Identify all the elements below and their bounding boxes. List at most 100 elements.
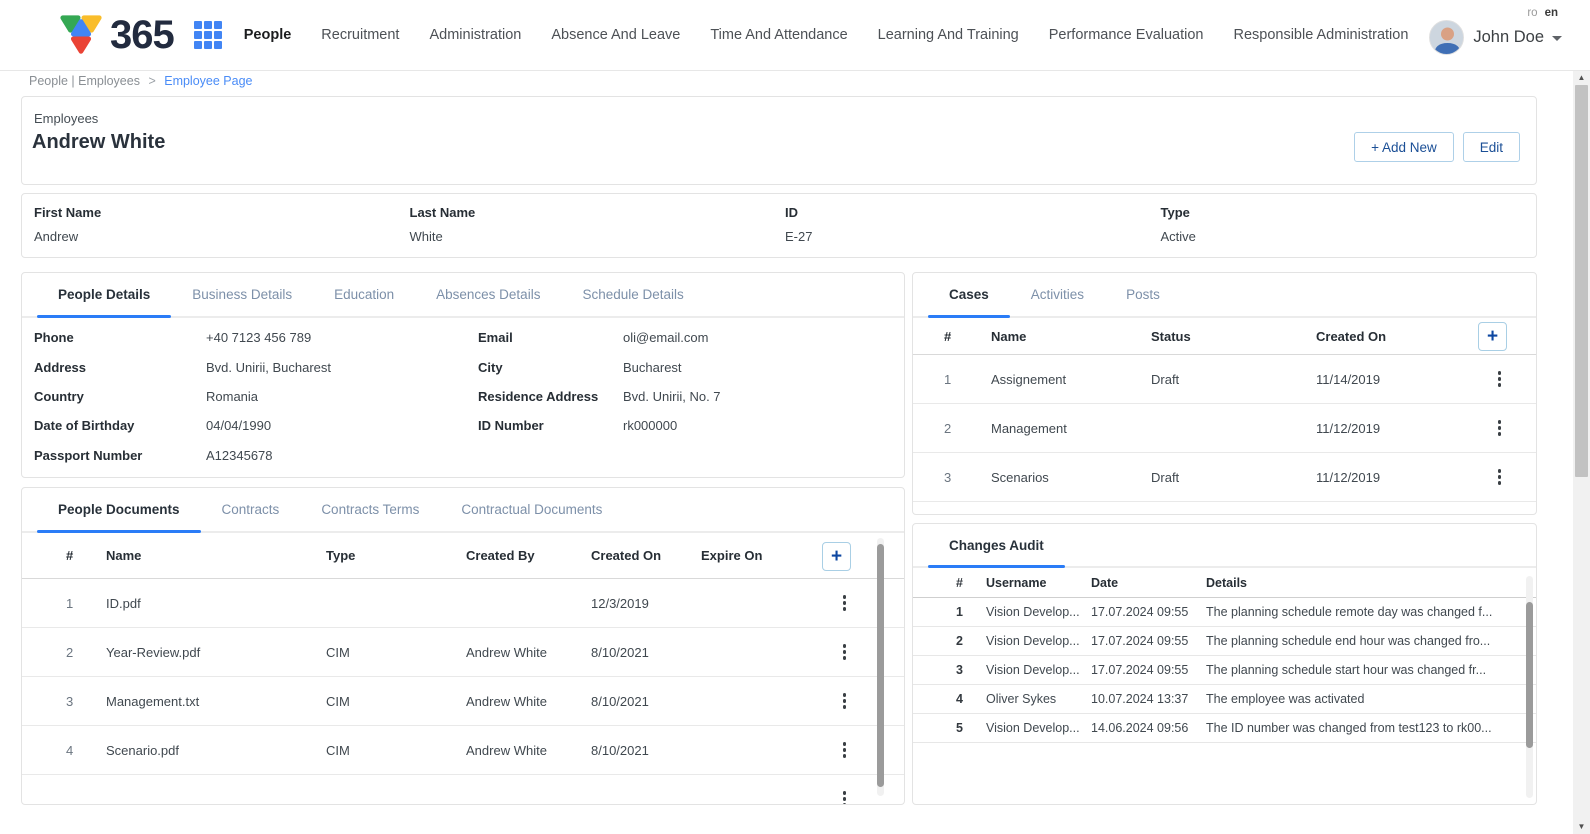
audit-scrollbar[interactable]: [1526, 576, 1533, 798]
cell-type: CIM: [326, 694, 466, 709]
cell-username: Oliver Sykes: [986, 692, 1091, 706]
tab-contracts[interactable]: Contracts: [201, 488, 301, 531]
field-label-address: Address: [34, 360, 206, 375]
scroll-down-icon[interactable]: ▼: [1573, 820, 1590, 834]
col-created-on: Created On: [591, 548, 701, 563]
field-label-city: City: [478, 360, 623, 375]
cell-number: 5: [956, 721, 986, 735]
field-label-residence-address: Residence Address: [478, 389, 623, 404]
user-menu[interactable]: John Doe: [1429, 20, 1562, 55]
logo-text: 365: [110, 13, 174, 58]
tab-contractual-documents[interactable]: Contractual Documents: [440, 488, 623, 531]
app-logo[interactable]: 365: [58, 12, 174, 58]
document-row[interactable]: 4 Scenario.pdf CIM Andrew White 8/10/202…: [22, 726, 904, 775]
nav-item-absence-and-leave[interactable]: Absence And Leave: [551, 27, 680, 43]
tab-posts[interactable]: Posts: [1105, 273, 1181, 316]
tab-changes-audit[interactable]: Changes Audit: [928, 524, 1065, 566]
cell-created-on: 8/10/2021: [591, 694, 701, 709]
nav-item-performance-evaluation[interactable]: Performance Evaluation: [1049, 27, 1204, 43]
add-case-button[interactable]: +: [1478, 322, 1507, 351]
field-label: First Name: [34, 205, 410, 220]
field-value-id-number: rk000000: [623, 418, 677, 433]
employee-summary-card: First Name Andrew Last Name White ID E-2…: [21, 193, 1537, 258]
tab-absences-details[interactable]: Absences Details: [415, 273, 561, 316]
tab-business-details[interactable]: Business Details: [171, 273, 313, 316]
field-label-passport-number: Passport Number: [34, 448, 206, 463]
nav-item-people[interactable]: People: [244, 27, 292, 43]
cell-type: CIM: [326, 645, 466, 660]
row-actions-menu-icon[interactable]: [839, 738, 851, 762]
cell-name: Scenario.pdf: [106, 743, 326, 758]
field-label: Last Name: [410, 205, 786, 220]
tab-cases[interactable]: Cases: [928, 273, 1010, 316]
cell-created-by: Andrew White: [466, 743, 591, 758]
nav-item-learning-and-training[interactable]: Learning And Training: [878, 27, 1019, 43]
breadcrumb-separator-icon: >: [148, 74, 155, 88]
breadcrumb-path[interactable]: People | Employees: [29, 74, 140, 88]
field-value-date-of-birthday: 04/04/1990: [206, 418, 271, 433]
row-actions-menu-icon[interactable]: [1494, 416, 1506, 440]
cell-number: 3: [956, 663, 986, 677]
page-scrollbar[interactable]: ▲ ▼: [1573, 71, 1590, 834]
audit-table-header: # Username Date Details: [913, 568, 1536, 598]
page-scrollbar-thumb[interactable]: [1575, 85, 1588, 477]
field-value: Andrew: [34, 229, 410, 244]
main-nav: People Recruitment Administration Absenc…: [244, 27, 1409, 43]
header-buttons: + Add New Edit: [1354, 132, 1520, 162]
field-value-address: Bvd. Unirii, Bucharest: [206, 360, 331, 375]
cell-date: 17.07.2024 09:55: [1091, 663, 1206, 677]
language-ro[interactable]: ro: [1527, 7, 1537, 19]
document-row-partial[interactable]: [22, 775, 904, 805]
case-row[interactable]: 1 Assignement Draft 11/14/2019: [913, 355, 1536, 404]
row-actions-menu-icon[interactable]: [839, 689, 851, 713]
cell-number: 3: [944, 470, 991, 485]
nav-item-administration[interactable]: Administration: [429, 27, 521, 43]
field-value-phone: +40 7123 456 789: [206, 330, 311, 345]
document-row[interactable]: 3 Management.txt CIM Andrew White 8/10/2…: [22, 677, 904, 726]
document-row[interactable]: 1 ID.pdf 12/3/2019: [22, 579, 904, 628]
breadcrumb-current[interactable]: Employee Page: [164, 74, 252, 88]
tab-activities[interactable]: Activities: [1010, 273, 1105, 316]
nav-item-recruitment[interactable]: Recruitment: [321, 27, 399, 43]
document-row[interactable]: 2 Year-Review.pdf CIM Andrew White 8/10/…: [22, 628, 904, 677]
logo-triangles-icon: [58, 12, 104, 58]
col-name: Name: [106, 548, 326, 563]
audit-row: 5 Vision Develop... 14.06.2024 09:56 The…: [913, 714, 1536, 743]
tab-people-documents[interactable]: People Documents: [37, 488, 201, 531]
nav-item-responsible-administration[interactable]: Responsible Administration: [1233, 27, 1408, 43]
row-actions-menu-icon[interactable]: [839, 640, 851, 664]
add-new-button[interactable]: + Add New: [1354, 132, 1454, 162]
cell-created-by: Andrew White: [466, 694, 591, 709]
cell-details: The employee was activated: [1206, 692, 1526, 706]
cell-date: 14.06.2024 09:56: [1091, 721, 1206, 735]
apps-grid-icon[interactable]: [194, 21, 222, 49]
cell-created-on: 11/12/2019: [1316, 470, 1461, 485]
cell-type: CIM: [326, 743, 466, 758]
nav-item-time-and-attendance[interactable]: Time And Attendance: [710, 27, 847, 43]
field-value-city: Bucharest: [623, 360, 682, 375]
tab-people-details[interactable]: People Details: [37, 273, 171, 316]
avatar: [1429, 20, 1464, 55]
case-row[interactable]: 3 Scenarios Draft 11/12/2019: [913, 453, 1536, 502]
add-document-button[interactable]: +: [822, 542, 851, 571]
edit-button[interactable]: Edit: [1463, 132, 1520, 162]
row-actions-menu-icon[interactable]: [1494, 367, 1506, 391]
documents-scrollbar[interactable]: [877, 538, 884, 796]
case-row[interactable]: 2 Management 11/12/2019: [913, 404, 1536, 453]
tab-contracts-terms[interactable]: Contracts Terms: [300, 488, 440, 531]
col-username: Username: [986, 576, 1091, 590]
row-actions-menu-icon[interactable]: [839, 591, 851, 615]
people-details-fields: Phone+40 7123 456 789 Emailoli@email.com…: [34, 323, 892, 470]
top-navigation-bar: 365 People Recruitment Administration Ab…: [0, 0, 1590, 71]
summary-field-type: Type Active: [1161, 205, 1537, 244]
tab-schedule-details[interactable]: Schedule Details: [561, 273, 704, 316]
language-en[interactable]: en: [1545, 7, 1558, 19]
row-actions-menu-icon[interactable]: [839, 787, 851, 805]
col-name: Name: [991, 329, 1151, 344]
field-value-country: Romania: [206, 389, 258, 404]
scroll-up-icon[interactable]: ▲: [1573, 71, 1590, 85]
cell-created-on: 8/10/2021: [591, 743, 701, 758]
row-actions-menu-icon[interactable]: [1494, 465, 1506, 489]
people-documents-panel: People Documents Contracts Contracts Ter…: [21, 487, 905, 805]
tab-education[interactable]: Education: [313, 273, 415, 316]
